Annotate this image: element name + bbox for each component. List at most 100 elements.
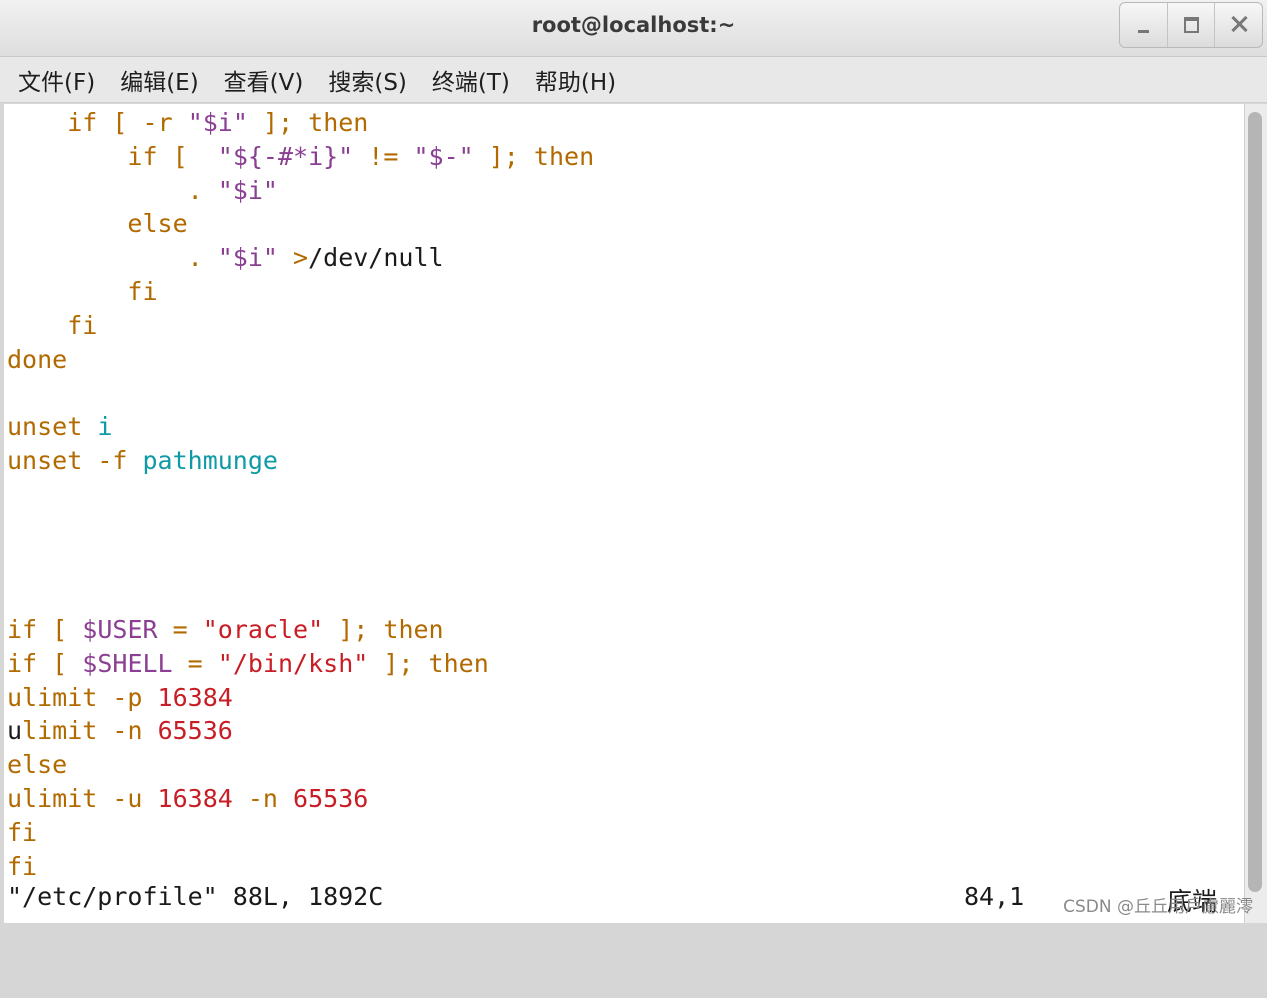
code-line: fi [7,309,594,343]
menu-search[interactable]: 搜索(S) [328,63,407,97]
menu-file[interactable]: 文件(F) [18,63,95,97]
code-line: . "$i" >/dev/null [7,241,594,275]
code-token: != [368,141,399,171]
code-token: "$-" [413,141,474,171]
code-line: done [7,343,594,377]
menu-view[interactable]: 查看(V) [224,63,304,97]
code-token: "/bin/ksh" [217,648,369,678]
code-token: if [7,648,38,678]
vim-status-line: "/etc/profile" 88L, 1892C 84,1 底端 [7,882,1243,918]
code-token: ]; [262,108,294,137]
code-token: limit [22,716,98,746]
code-token: if [7,614,38,644]
code-token: "$i" [217,243,278,273]
code-token: then [308,108,369,137]
code-token: then [383,614,444,644]
code-token: fi [7,851,38,881]
code-token: then [428,648,489,678]
code-token: 65536 [157,716,233,746]
scrollbar[interactable] [1244,104,1267,923]
code-token: fi [67,310,98,340]
code-token: unset [7,412,83,442]
code-line: unset -f pathmunge [7,444,594,478]
minimize-icon[interactable] [1120,3,1167,47]
code-token: 65536 [293,783,369,813]
code-token: done [7,344,68,374]
code-token: -n [247,783,278,813]
code-token: else [7,750,68,780]
code-line: if [ $SHELL = "/bin/ksh" ]; then [7,647,594,681]
terminal-area[interactable]: if [ -r "$i" ]; then if [ "${-#*i}" != "… [4,104,1244,923]
code-line: ulimit -n 65536 [7,714,594,748]
code-token: -f [97,445,128,475]
editor-buffer: if [ -r "$i" ]; then if [ "${-#*i}" != "… [7,106,594,883]
code-line: fi [7,850,594,884]
code-token: 16384 [157,783,233,813]
code-token: = [172,614,188,644]
close-icon[interactable] [1214,3,1262,47]
text-cursor: u [7,716,23,746]
window-controls [1119,2,1263,48]
window-title: root@localhost:~ [531,13,736,37]
code-token: if [67,108,98,137]
maximize-icon[interactable] [1166,3,1215,47]
code-token: [ [112,108,128,137]
menu-terminal[interactable]: 终端(T) [432,63,510,97]
code-token: ulimit [7,682,98,712]
watermark: CSDN @丘丘用戶慮麗澪 [1063,897,1253,917]
code-line: fi [7,275,594,309]
scrollbar-thumb[interactable] [1248,112,1262,892]
code-line: if [ $USER = "oracle" ]; then [7,613,594,647]
code-token: . [187,243,203,273]
code-token: unset [7,445,83,475]
code-token: ulimit [7,783,98,813]
code-token: "$i" [187,108,248,137]
code-token: [ [52,614,68,644]
code-token: . [187,175,203,205]
code-line: if [ -r "$i" ]; then [7,106,594,140]
menu-help[interactable]: 帮助(H) [535,63,616,97]
code-token: $USER [82,614,158,644]
code-token: "oracle" [202,614,324,644]
code-token: > [293,243,309,273]
code-line: ulimit -p 16384 [7,681,594,715]
code-token: = [187,648,203,678]
menu-edit[interactable]: 编辑(E) [120,63,198,97]
code-token: -n [112,716,143,746]
menu-bar: 文件(F) 编辑(E) 查看(V) 搜索(S) 终端(T) 帮助(H) [0,57,1267,103]
